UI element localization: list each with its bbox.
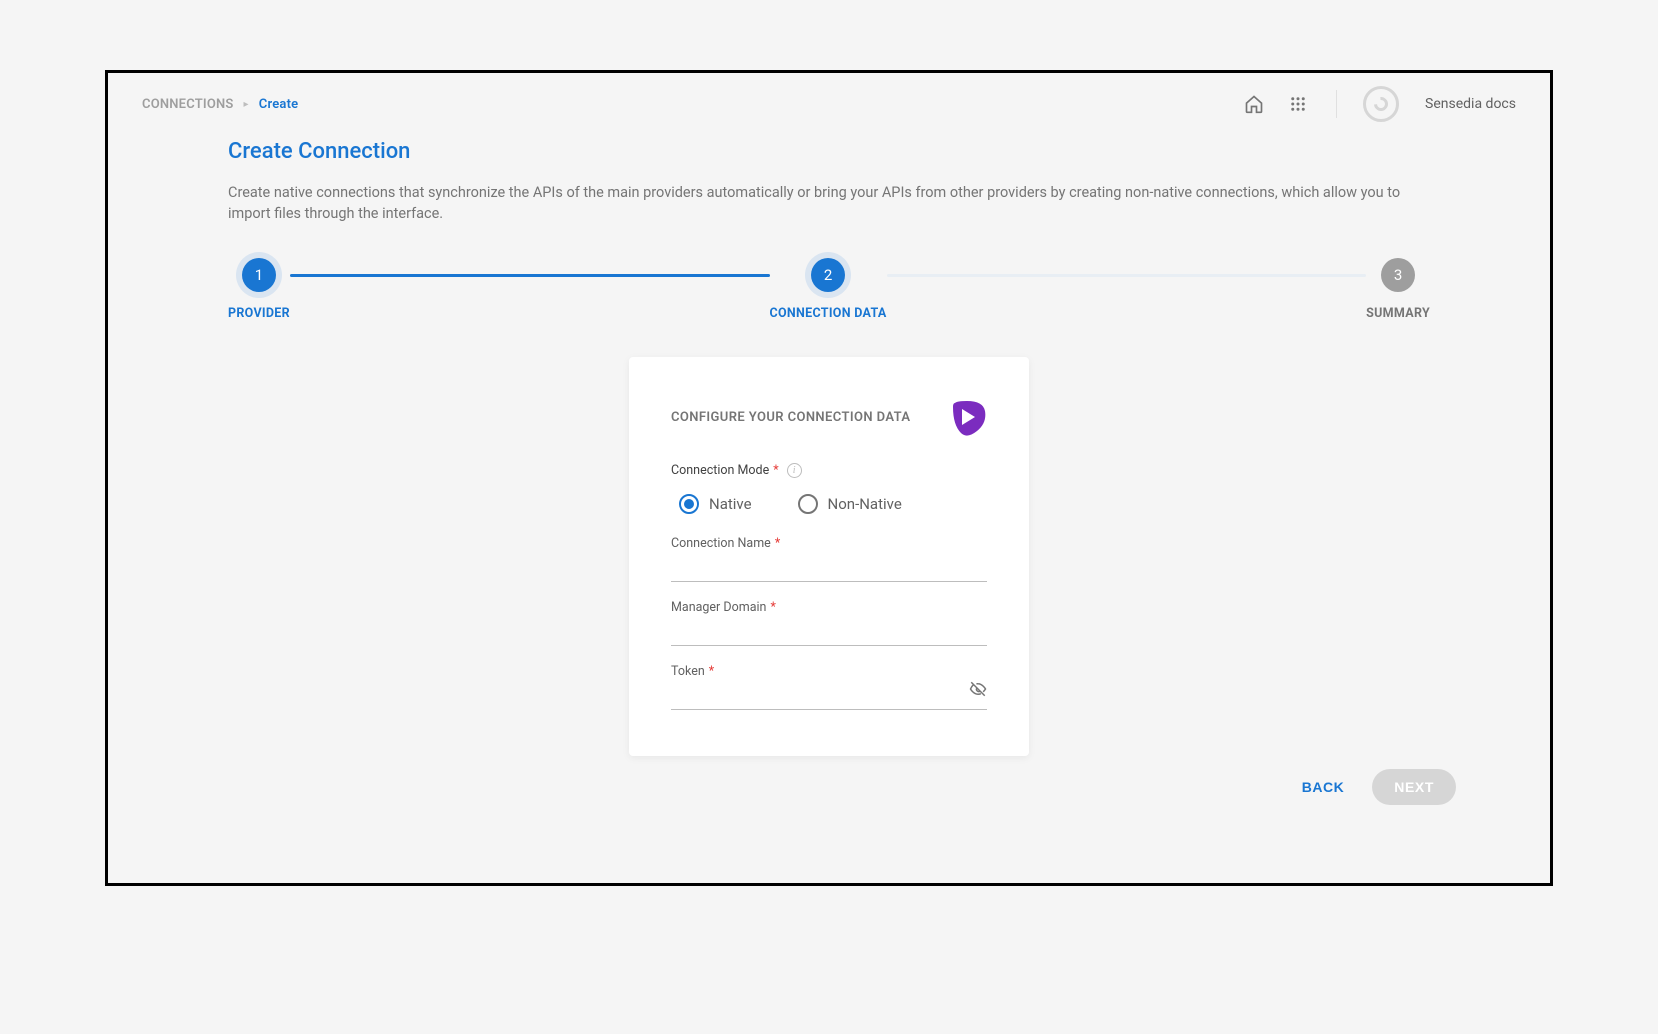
token-label: Token * xyxy=(671,664,987,679)
home-icon[interactable] xyxy=(1242,92,1266,116)
step-number: 2 xyxy=(811,258,845,292)
manager-domain-input[interactable] xyxy=(671,615,987,646)
avatar[interactable] xyxy=(1363,86,1399,122)
connection-name-label: Connection Name * xyxy=(671,536,987,551)
step-connector xyxy=(887,274,1367,277)
step-summary[interactable]: 3 SUMMARY xyxy=(1366,258,1430,321)
chevron-right-icon: ▸ xyxy=(244,99,249,110)
visibility-off-icon[interactable] xyxy=(969,680,987,702)
radio-non-native[interactable]: Non-Native xyxy=(798,494,902,514)
step-number: 1 xyxy=(242,258,276,292)
breadcrumb-root[interactable]: CONNECTIONS xyxy=(142,97,234,112)
connection-data-card: CONFIGURE YOUR CONNECTION DATA Connectio… xyxy=(629,357,1029,756)
breadcrumb-current: Create xyxy=(259,97,299,112)
connection-mode-label: Connection Mode* i xyxy=(671,463,987,478)
breadcrumb: CONNECTIONS ▸ Create xyxy=(142,97,298,112)
radio-label: Native xyxy=(709,495,752,513)
username: Sensedia docs xyxy=(1425,96,1516,112)
token-input[interactable] xyxy=(671,679,987,710)
step-connection-data[interactable]: 2 CONNECTION DATA xyxy=(770,258,887,321)
step-label: PROVIDER xyxy=(228,306,290,321)
provider-logo-icon xyxy=(947,397,987,437)
card-title: CONFIGURE YOUR CONNECTION DATA xyxy=(671,410,910,425)
radio-unselected-icon xyxy=(798,494,818,514)
radio-selected-icon xyxy=(679,494,699,514)
divider xyxy=(1336,90,1337,118)
radio-native[interactable]: Native xyxy=(679,494,752,514)
page-description: Create native connections that synchroni… xyxy=(228,182,1418,224)
manager-domain-label: Manager Domain * xyxy=(671,600,987,615)
apps-grid-icon[interactable] xyxy=(1286,92,1310,116)
next-button[interactable]: NEXT xyxy=(1372,769,1456,805)
step-connector xyxy=(290,274,770,277)
back-button[interactable]: BACK xyxy=(1302,779,1344,795)
connection-name-input[interactable] xyxy=(671,551,987,582)
step-label: CONNECTION DATA xyxy=(770,306,887,321)
stepper: 1 PROVIDER 2 CONNECTION DATA 3 SUMMARY xyxy=(228,258,1430,321)
step-provider[interactable]: 1 PROVIDER xyxy=(228,258,290,321)
step-label: SUMMARY xyxy=(1366,306,1430,321)
step-number: 3 xyxy=(1381,258,1415,292)
topbar: CONNECTIONS ▸ Create Sensedia docs xyxy=(108,73,1550,121)
page-title: Create Connection xyxy=(228,139,1430,164)
info-icon[interactable]: i xyxy=(787,463,802,478)
radio-label: Non-Native xyxy=(828,495,902,513)
